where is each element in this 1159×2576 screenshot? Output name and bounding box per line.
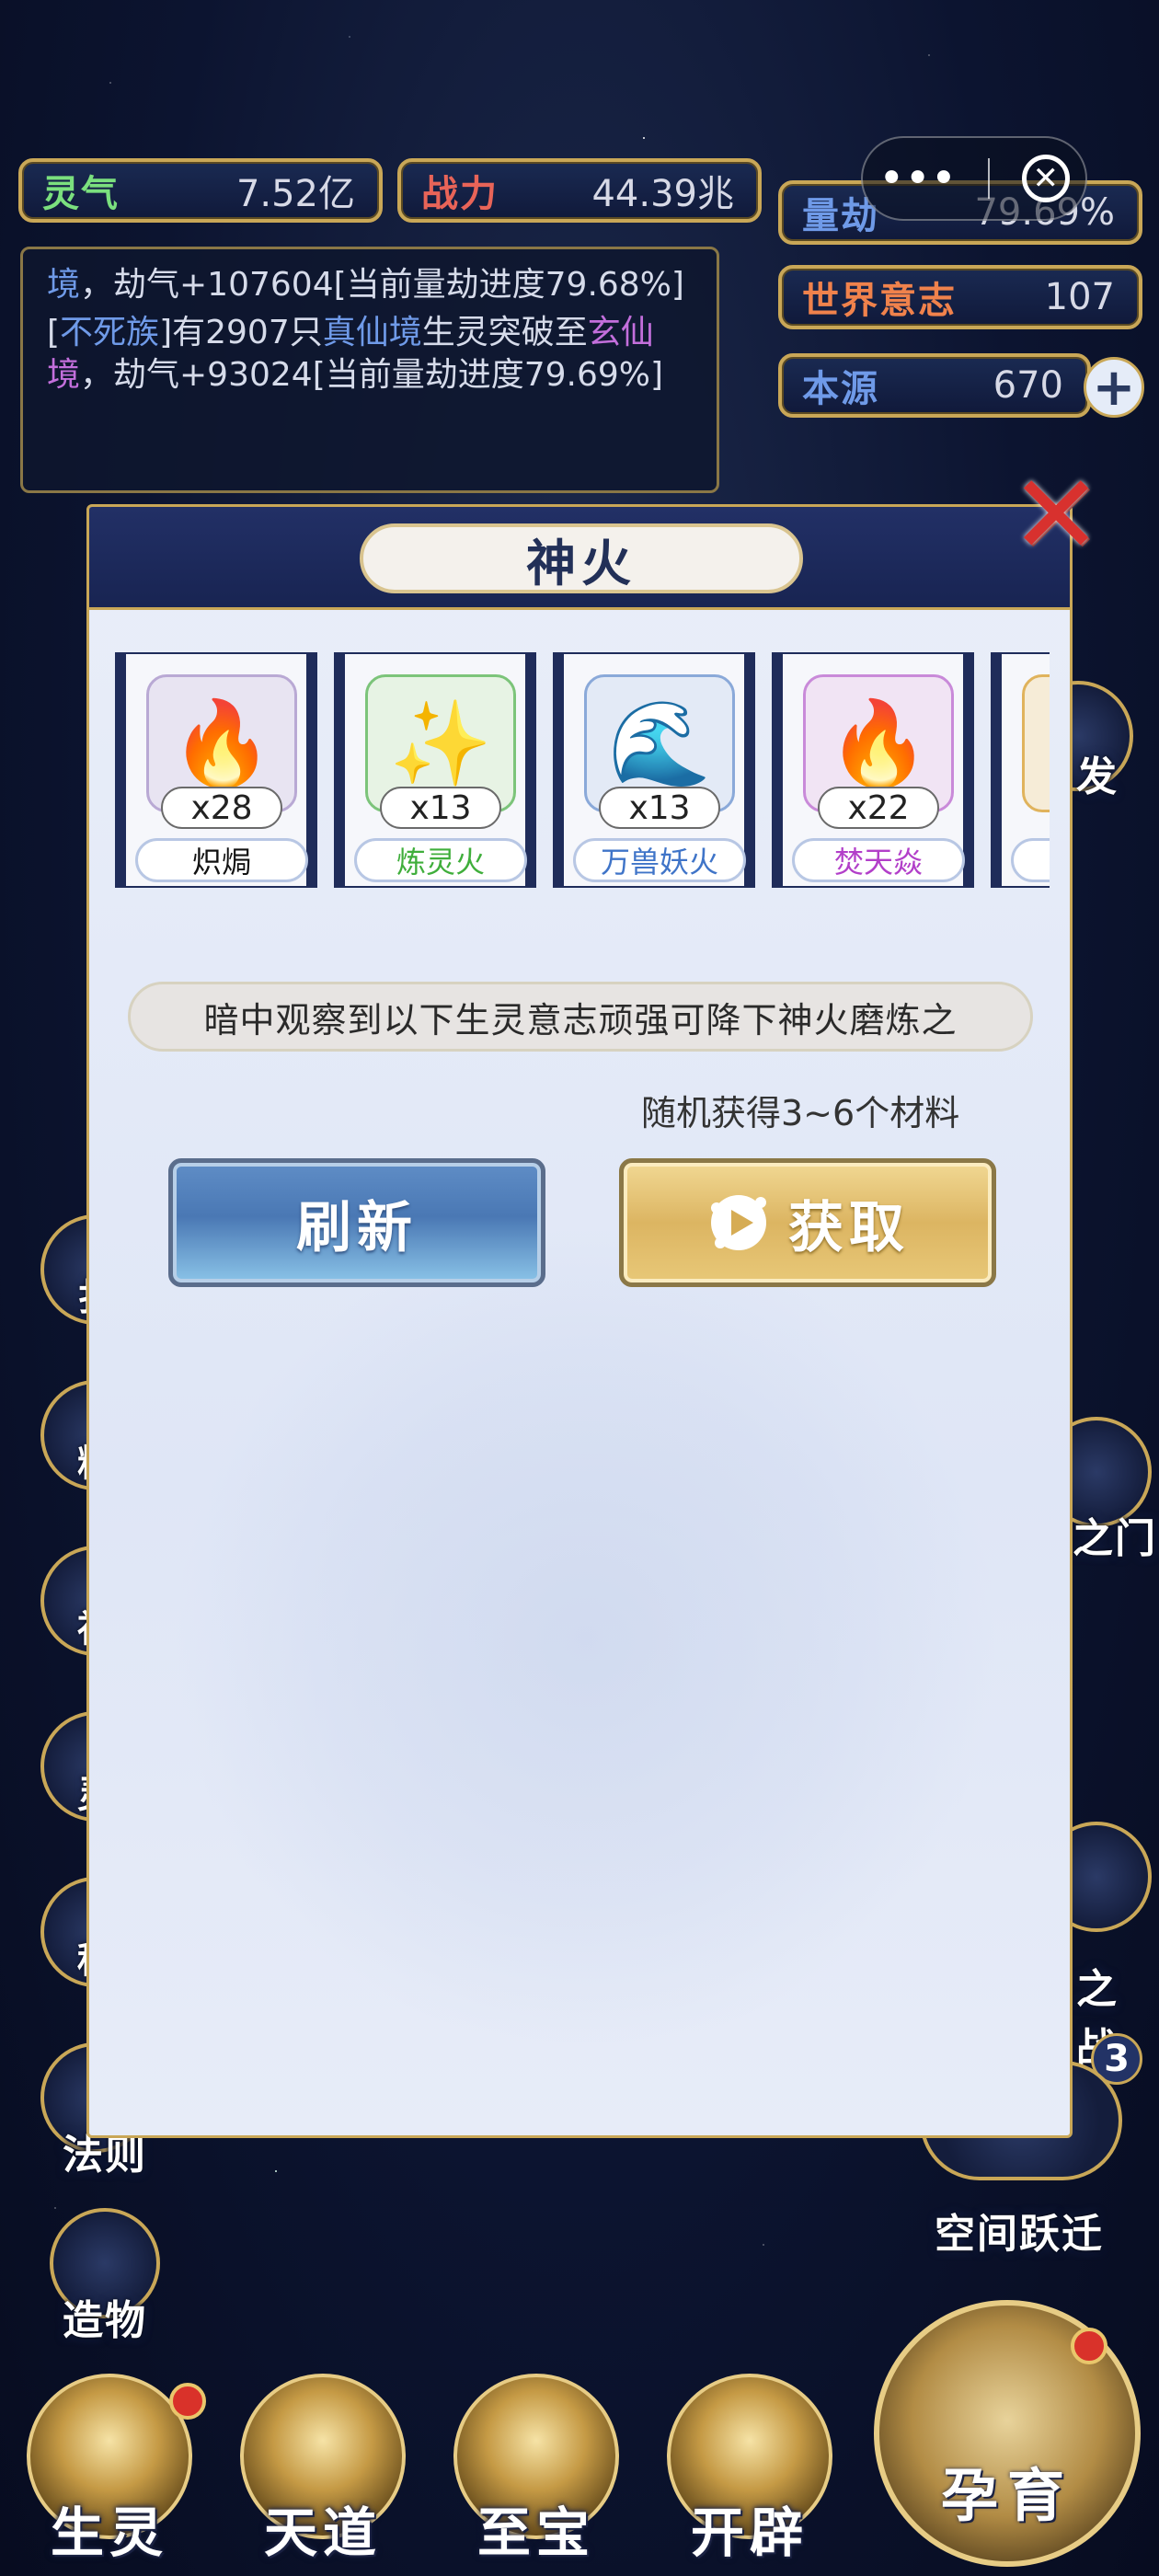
log-line: 境，劫气+107604[当前量劫进度79.68%]: [47, 264, 693, 306]
add-benyuan-button[interactable]: +: [1084, 357, 1144, 418]
modal-close-icon[interactable]: ✕: [1004, 452, 1107, 580]
fire-card[interactable]: 🔥 x22 焚天焱: [772, 652, 974, 888]
zaowu-label: 造物: [63, 2297, 147, 2344]
lingqi-label: 灵气: [42, 173, 120, 215]
fire-name: 万兽妖火: [573, 838, 746, 882]
refresh-button[interactable]: 刷新: [168, 1158, 545, 1287]
close-circle-icon[interactable]: ✕: [1021, 155, 1070, 202]
shijieyizhi-value: 107: [1044, 276, 1115, 318]
log-text: ]有2907只: [159, 314, 323, 351]
fire-name: 炽焗: [135, 838, 308, 882]
fire-name: 焚天焱: [792, 838, 965, 882]
shijieyizhi-stat[interactable]: 世界意志 107: [778, 265, 1142, 329]
right-label-men: 之门: [1073, 1515, 1157, 1562]
lingqi-value: 7.52亿: [235, 173, 355, 215]
benyuan-stat[interactable]: 本源 670: [778, 353, 1091, 418]
fire-count: x13: [380, 787, 501, 829]
get-label: 获取: [788, 1195, 910, 1260]
zhanli-label: 战力: [421, 173, 499, 215]
fire-card[interactable]: 🔥 x28 炽焗: [115, 652, 317, 888]
event-log: 境，劫气+107604[当前量劫进度79.68%] [不死族]有2907只真仙境…: [20, 247, 719, 493]
log-line: [不死族]有2907只真仙境生灵突破至玄仙境，劫气+93024[当前量劫进度79…: [47, 312, 693, 397]
right-label-fa: 发: [1076, 753, 1119, 800]
kongjian-label: 空间跃迁: [935, 2211, 1104, 2258]
nav-zhibao[interactable]: 至宝: [440, 2364, 633, 2576]
notice-banner: 暗中观察到以下生灵意志顽强可降下神火磨炼之: [128, 982, 1033, 1052]
fire-count: x13: [599, 787, 720, 829]
log-text: ，劫气+93024[当前量劫进度79.69%]: [80, 356, 664, 394]
notification-dot: [169, 2383, 206, 2420]
fire-card-list[interactable]: 🔥 x28 炽焗 ✨ x13 炼灵火 🌊 x13 万兽妖火 🔥 x22 焚天焱 …: [115, 652, 1050, 888]
nav-zhibao-label: 至宝: [476, 2501, 595, 2564]
fire-count: x22: [818, 787, 939, 829]
nav-kaipi[interactable]: 开辟: [653, 2364, 846, 2576]
fire-name: 炼灵火: [354, 838, 527, 882]
miniprogram-capsule: ••• ✕: [861, 136, 1087, 221]
more-options-button[interactable]: •••: [878, 153, 957, 204]
log-text: 生灵突破至: [421, 314, 588, 351]
shijieyizhi-label: 世界意志: [802, 280, 957, 322]
get-button[interactable]: 获取: [619, 1158, 996, 1287]
nav-yunyu[interactable]: 孕育: [874, 2300, 1141, 2567]
benyuan-value: 670: [993, 364, 1063, 407]
reward-note: 随机获得3~6个材料: [641, 1093, 960, 1133]
fire-card[interactable]: 🌊 x13 万兽妖火: [553, 652, 755, 888]
fire-name: 太: [1011, 838, 1050, 882]
log-realm: 境: [47, 266, 81, 304]
zhanli-value: 44.39兆: [591, 173, 734, 215]
nav-tiandao-label: 天道: [263, 2501, 382, 2564]
log-race: 不死族: [60, 314, 160, 351]
modal-decoration: [172, 1225, 1000, 2053]
nav-shengling-label: 生灵: [50, 2501, 168, 2564]
refresh-label: 刷新: [296, 1195, 418, 1260]
nav-yunyu-label: 孕育: [940, 2462, 1073, 2529]
zhanli-stat[interactable]: 战力 44.39兆: [397, 158, 762, 223]
modal-header: 神火: [89, 507, 1070, 610]
log-realm: 真仙境: [322, 314, 422, 351]
notification-dot: [1071, 2328, 1107, 2364]
fire-count: x28: [161, 787, 282, 829]
video-play-icon: [706, 1190, 772, 1256]
fire-card[interactable]: 🔥 太: [991, 652, 1050, 888]
fire-card[interactable]: ✨ x13 炼灵火: [334, 652, 536, 888]
nav-kaipi-label: 开辟: [690, 2501, 809, 2564]
log-text: [: [47, 314, 61, 351]
nav-tiandao[interactable]: 天道: [226, 2364, 419, 2576]
benyuan-label: 本源: [802, 368, 879, 410]
lingqi-stat[interactable]: 灵气 7.52亿: [18, 158, 383, 223]
nav-shengling[interactable]: 生灵: [13, 2364, 206, 2576]
log-text: ，劫气+107604[当前量劫进度79.68%]: [80, 266, 684, 304]
capsule-divider: [988, 158, 991, 199]
divine-fire-modal: 神火 🔥 x28 炽焗 ✨ x13 炼灵火 🌊 x13 万兽妖火 🔥 x22 焚…: [86, 504, 1073, 2138]
fire-art-icon: 🔥: [1022, 674, 1050, 812]
modal-title: 神火: [360, 523, 803, 593]
